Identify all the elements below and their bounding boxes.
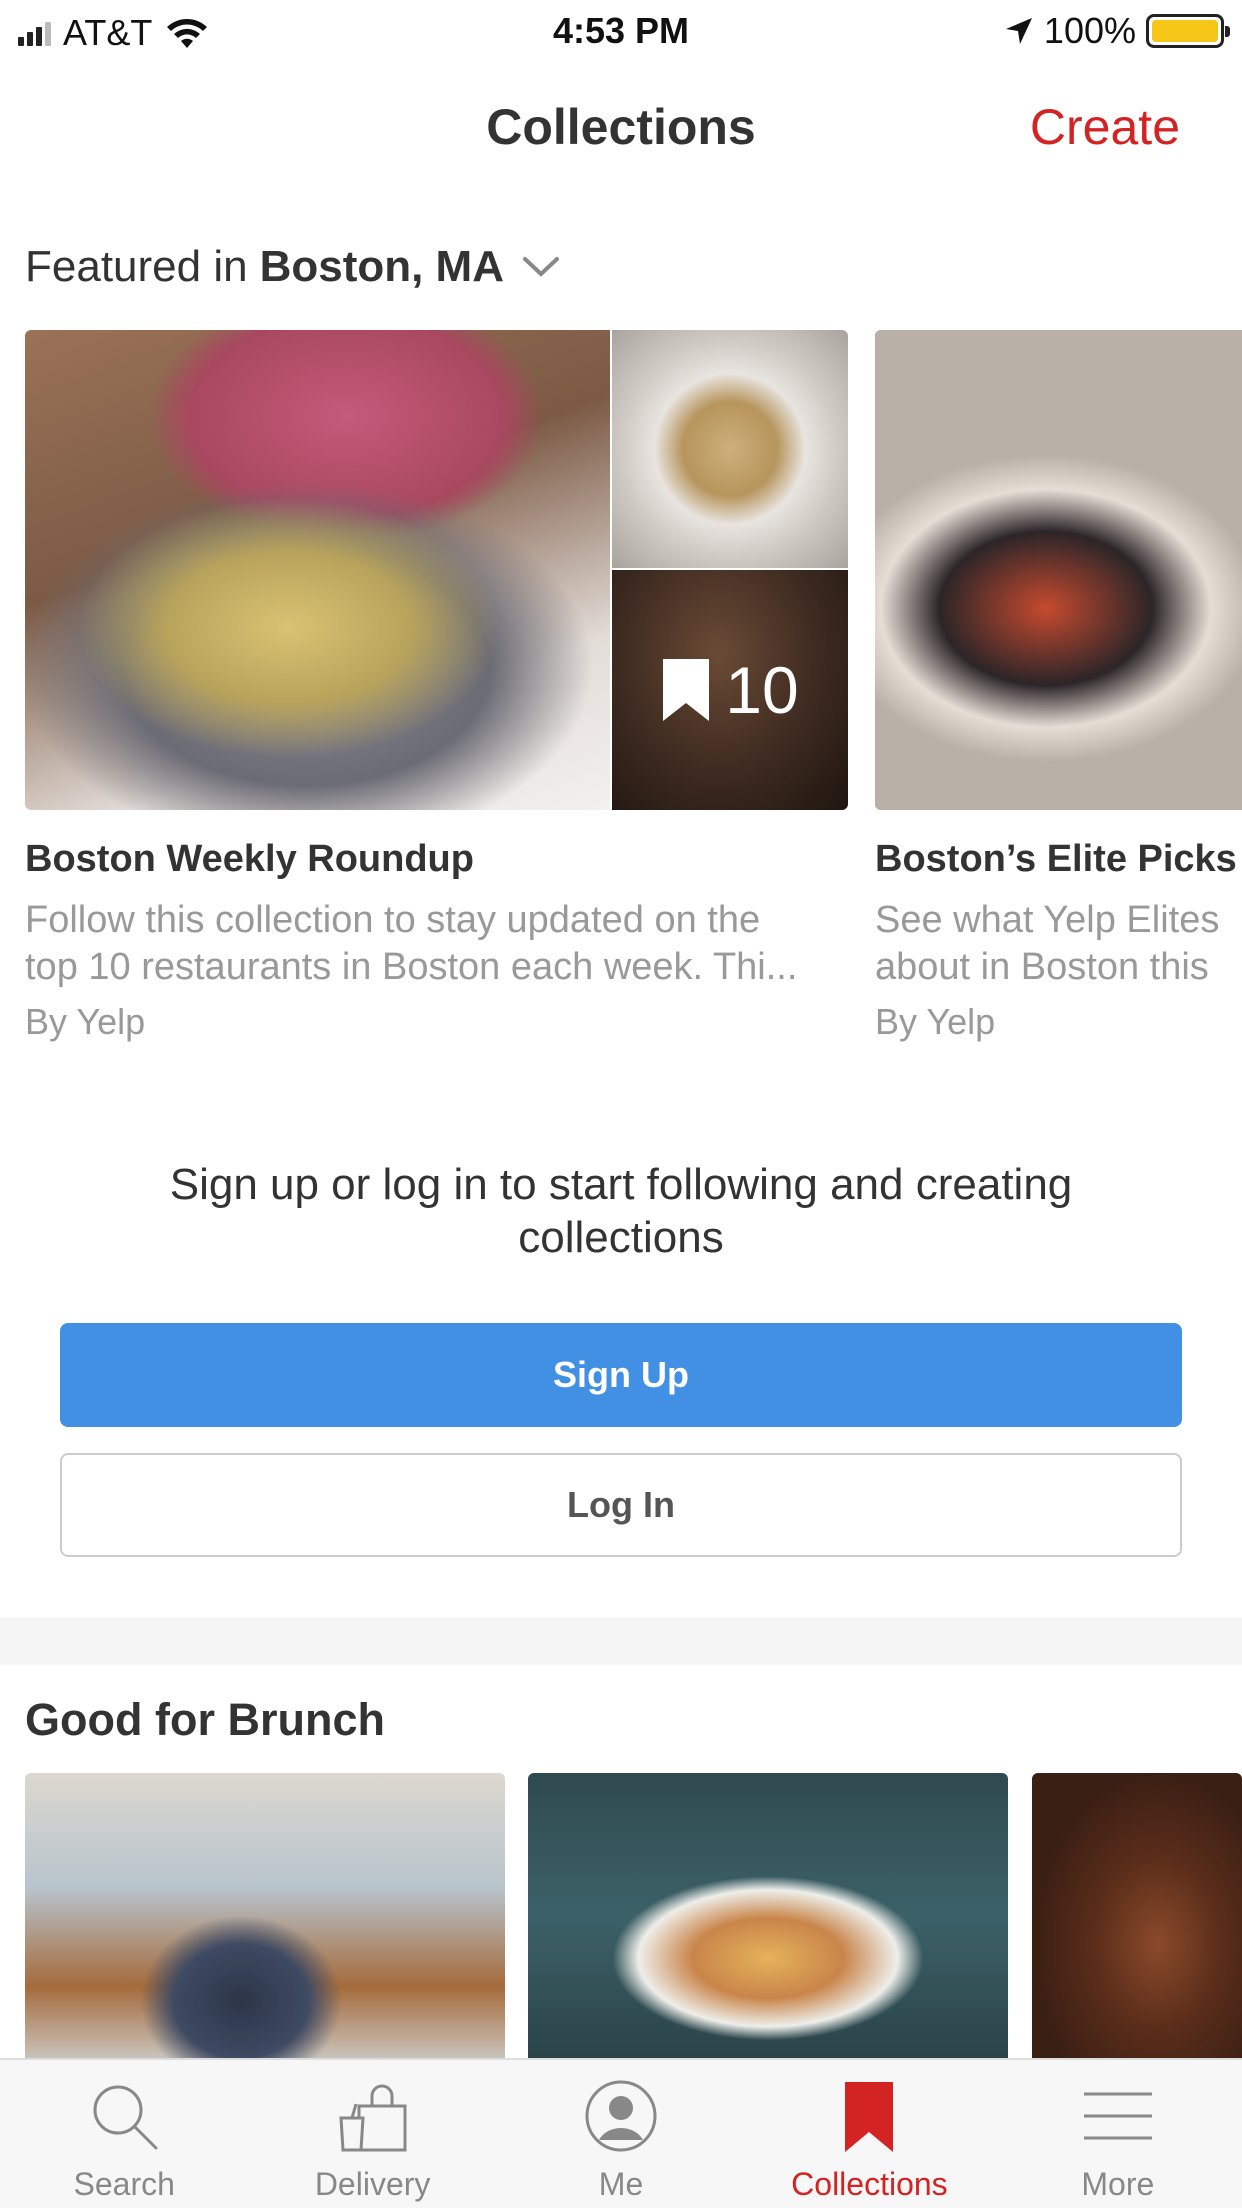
status-right: 100% (1004, 10, 1230, 52)
tab-label: Delivery (314, 2166, 431, 2202)
collection-card-boston-weekly-roundup[interactable]: 10 Boston Weekly Roundup Follow this col… (25, 330, 848, 1043)
bookmark-count-tile: 10 (612, 570, 848, 810)
tab-collections[interactable]: Collections (745, 2060, 993, 2208)
collection-description: See what Yelp Elites about in Boston thi… (875, 897, 1242, 991)
chevron-down-icon (522, 257, 559, 277)
collection-image-grid: 10 (25, 330, 848, 810)
featured-city: Boston, MA (259, 242, 504, 291)
tab-label: More (1081, 2166, 1155, 2202)
bag-icon (339, 2084, 407, 2152)
tab-more[interactable]: More (994, 2060, 1242, 2208)
brunch-collection-photo[interactable] (1032, 1773, 1242, 2058)
sign-up-button[interactable]: Sign Up (60, 1323, 1182, 1427)
collection-title: Boston Weekly Roundup (25, 838, 474, 880)
featured-prefix: Featured in (25, 242, 248, 291)
collection-title: Boston’s Elite Picks (875, 838, 1237, 880)
status-bar: AT&T 4:53 PM 100% (0, 0, 1242, 62)
bookmark-icon (663, 659, 710, 721)
bookmark-count: 10 (725, 653, 799, 727)
tab-search[interactable]: Search (0, 2060, 248, 2208)
section-title-brunch: Good for Brunch (25, 1694, 385, 1745)
location-arrow-icon (1005, 18, 1032, 44)
description-line: Follow this collection to stay updated o… (25, 899, 761, 941)
person-icon (585, 2080, 657, 2152)
create-button[interactable]: Create (1030, 98, 1180, 156)
search-icon (93, 2085, 158, 2150)
tab-label: Collections (791, 2166, 948, 2202)
tab-label: Me (598, 2166, 644, 2202)
collection-byline: By Yelp (875, 1001, 996, 1042)
signup-prompt: Sign up or log in to start following and… (169, 1160, 1073, 1262)
battery-percentage: 100% (1043, 10, 1136, 51)
description-line: See what Yelp Elites (875, 899, 1220, 941)
collection-image-grid (875, 330, 1242, 810)
seafood-photo (875, 330, 1242, 810)
collection-card-bostons-elite-picks[interactable]: Boston’s Elite Picks See what Yelp Elite… (875, 330, 1242, 1043)
tab-delivery[interactable]: Delivery (248, 2060, 496, 2208)
brunch-collection-photo[interactable] (25, 1773, 505, 2058)
collection-byline: By Yelp (25, 1001, 146, 1042)
mac-and-cheese-photo (25, 330, 610, 810)
featured-location-selector[interactable]: Featured in Boston, MA (25, 242, 560, 292)
pasta-photo (612, 330, 848, 568)
tab-me[interactable]: Me (497, 2060, 745, 2208)
description-line: top 10 restaurants in Boston each week. … (25, 946, 798, 988)
brunch-collection-photo[interactable] (528, 1773, 1008, 2058)
collection-description: Follow this collection to stay updated o… (25, 897, 848, 991)
navigation-bar: Collections Create (0, 62, 1242, 192)
tab-bar: Search Delivery Me Collections More (0, 2058, 1242, 2208)
bookmark-icon (845, 2082, 894, 2152)
log-in-button[interactable]: Log In (60, 1453, 1182, 1557)
description-line: about in Boston this (875, 946, 1209, 988)
battery-icon (1146, 14, 1230, 48)
section-divider (0, 1618, 1242, 1665)
tab-label: Search (73, 2166, 175, 2202)
menu-icon (1083, 2092, 1152, 2140)
